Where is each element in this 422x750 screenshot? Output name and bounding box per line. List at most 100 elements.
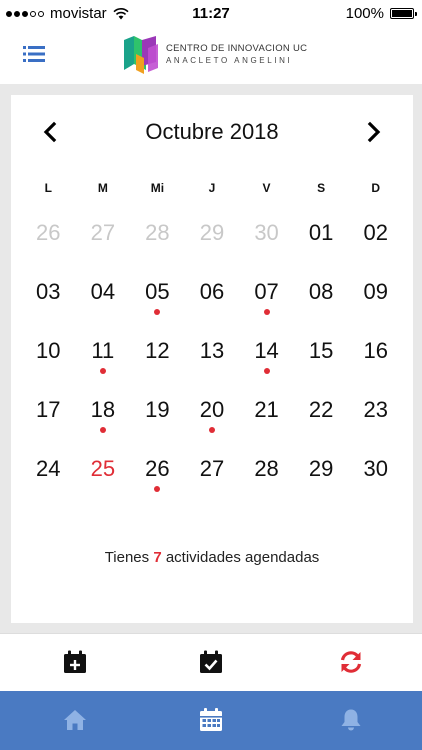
calendar-day-today[interactable]: 25 bbox=[76, 456, 131, 515]
day-number: 09 bbox=[363, 279, 388, 304]
day-number: 12 bbox=[145, 338, 170, 363]
calendar-day[interactable]: 29 bbox=[185, 220, 240, 279]
day-number: 11 bbox=[91, 338, 115, 363]
calendar-day[interactable]: 30 bbox=[348, 456, 403, 515]
logo-mark-icon bbox=[124, 36, 158, 74]
tab-bar bbox=[0, 691, 422, 750]
logo-text: CENTRO DE INNOVACION UC ANACLETO ANGELIN… bbox=[166, 43, 307, 65]
calendar-day[interactable]: 06 bbox=[185, 279, 240, 338]
calendar-day[interactable]: 23 bbox=[348, 397, 403, 456]
event-indicator-dot bbox=[263, 368, 270, 374]
event-indicator-dot bbox=[208, 427, 215, 433]
tab-home[interactable] bbox=[62, 707, 88, 733]
next-month-button[interactable] bbox=[363, 121, 385, 143]
event-indicator-dot bbox=[99, 427, 106, 433]
refresh-icon bbox=[340, 651, 362, 673]
centro-innovacion-logo: CENTRO DE INNOVACION UC ANACLETO ANGELIN… bbox=[122, 34, 307, 76]
day-number: 29 bbox=[199, 220, 225, 245]
calendar-day[interactable]: 21 bbox=[239, 397, 294, 456]
day-number: 18 bbox=[90, 397, 116, 422]
day-number: 23 bbox=[363, 397, 388, 422]
home-icon bbox=[64, 710, 86, 730]
activities-summary: Tienes 7 actividades agendadas bbox=[11, 549, 413, 566]
calendar-day[interactable]: 29 bbox=[294, 456, 349, 515]
day-number: 30 bbox=[363, 456, 388, 481]
menu-button[interactable] bbox=[22, 42, 46, 66]
signal-dot bbox=[30, 10, 36, 17]
calendar-day[interactable]: 30 bbox=[239, 220, 294, 279]
weekday-label: V bbox=[262, 181, 271, 195]
calendar-day[interactable]: 01 bbox=[294, 220, 349, 279]
calendar-day[interactable]: 10 bbox=[21, 338, 76, 397]
calendar-day[interactable]: 26 bbox=[130, 456, 185, 515]
weekday-label: Mi bbox=[150, 181, 165, 195]
summary-suffix: actividades agendadas bbox=[165, 549, 320, 566]
calendar-day[interactable]: 07 bbox=[239, 279, 294, 338]
calendar-day[interactable]: 03 bbox=[21, 279, 76, 338]
action-bar bbox=[0, 633, 422, 691]
calendar-day[interactable]: 26 bbox=[21, 220, 76, 279]
tab-notifications[interactable] bbox=[338, 707, 364, 733]
calendar-day[interactable]: 17 bbox=[21, 397, 76, 456]
event-indicator-dot bbox=[263, 309, 270, 315]
calendar-day[interactable]: 09 bbox=[348, 279, 403, 338]
bell-icon bbox=[341, 709, 361, 731]
day-number: 26 bbox=[145, 456, 170, 481]
event-indicator-dot bbox=[99, 368, 106, 374]
day-number: 28 bbox=[254, 456, 279, 481]
weekday-label: L bbox=[44, 181, 52, 195]
activities-count: 7 bbox=[153, 549, 162, 566]
calendar-day[interactable]: 22 bbox=[294, 397, 349, 456]
status-bar: movistar 11:27 100% bbox=[0, 0, 422, 26]
day-number: 29 bbox=[308, 456, 334, 481]
calendar-day[interactable]: 28 bbox=[130, 220, 185, 279]
signal-dot bbox=[14, 10, 20, 17]
calendar-day[interactable]: 05 bbox=[130, 279, 185, 338]
month-title: Octubre 2018 bbox=[145, 119, 279, 144]
calendar-day[interactable]: 08 bbox=[294, 279, 349, 338]
tab-calendar[interactable] bbox=[198, 707, 224, 733]
day-number: 27 bbox=[199, 456, 225, 481]
day-number: 30 bbox=[254, 220, 279, 245]
wifi-icon bbox=[113, 7, 129, 19]
sync-button[interactable] bbox=[338, 649, 364, 675]
calendar-card: Octubre 2018 L M Mi J V S D 26 27 28 29 30 01 02 03 04… bbox=[11, 95, 413, 623]
weekday-label: S bbox=[317, 181, 326, 195]
list-menu-icon bbox=[23, 46, 45, 62]
calendar-day[interactable]: 16 bbox=[348, 338, 403, 397]
day-number: 21 bbox=[254, 397, 279, 422]
day-number: 06 bbox=[199, 279, 225, 304]
battery-percent: 100% bbox=[345, 5, 384, 22]
day-number: 08 bbox=[308, 279, 334, 304]
add-event-button[interactable] bbox=[62, 649, 88, 675]
calendar-day[interactable]: 20 bbox=[185, 397, 240, 456]
calendar-day[interactable]: 27 bbox=[76, 220, 131, 279]
day-number: 03 bbox=[36, 279, 61, 304]
calendar-day[interactable]: 02 bbox=[348, 220, 403, 279]
calendar-day[interactable]: 19 bbox=[130, 397, 185, 456]
day-number: 07 bbox=[254, 279, 279, 304]
calendar-day[interactable]: 15 bbox=[294, 338, 349, 397]
chevron-right-icon bbox=[367, 121, 381, 143]
calendar-day[interactable]: 12 bbox=[130, 338, 185, 397]
weekday-label: D bbox=[371, 181, 381, 195]
app-header: CENTRO DE INNOVACION UC ANACLETO ANGELIN… bbox=[0, 26, 422, 84]
day-number: 19 bbox=[145, 397, 170, 422]
battery-fill bbox=[392, 10, 412, 17]
calendar-day[interactable]: 13 bbox=[185, 338, 240, 397]
day-number: 01 bbox=[308, 220, 334, 245]
signal-strength-icon bbox=[6, 10, 44, 17]
calendar-day[interactable]: 24 bbox=[21, 456, 76, 515]
calendar-day[interactable]: 27 bbox=[185, 456, 240, 515]
calendar-day[interactable]: 18 bbox=[76, 397, 131, 456]
calendar-day[interactable]: 04 bbox=[76, 279, 131, 338]
calendar-day[interactable]: 14 bbox=[239, 338, 294, 397]
weekday-header: L M Mi J V S D bbox=[21, 181, 403, 195]
weekday-label: M bbox=[97, 181, 108, 195]
day-number: 13 bbox=[199, 338, 225, 363]
calendar-day[interactable]: 28 bbox=[239, 456, 294, 515]
day-number: 26 bbox=[36, 220, 61, 245]
calendar-day[interactable]: 11 bbox=[76, 338, 131, 397]
completed-events-button[interactable] bbox=[198, 649, 224, 675]
day-number: 24 bbox=[36, 456, 61, 481]
